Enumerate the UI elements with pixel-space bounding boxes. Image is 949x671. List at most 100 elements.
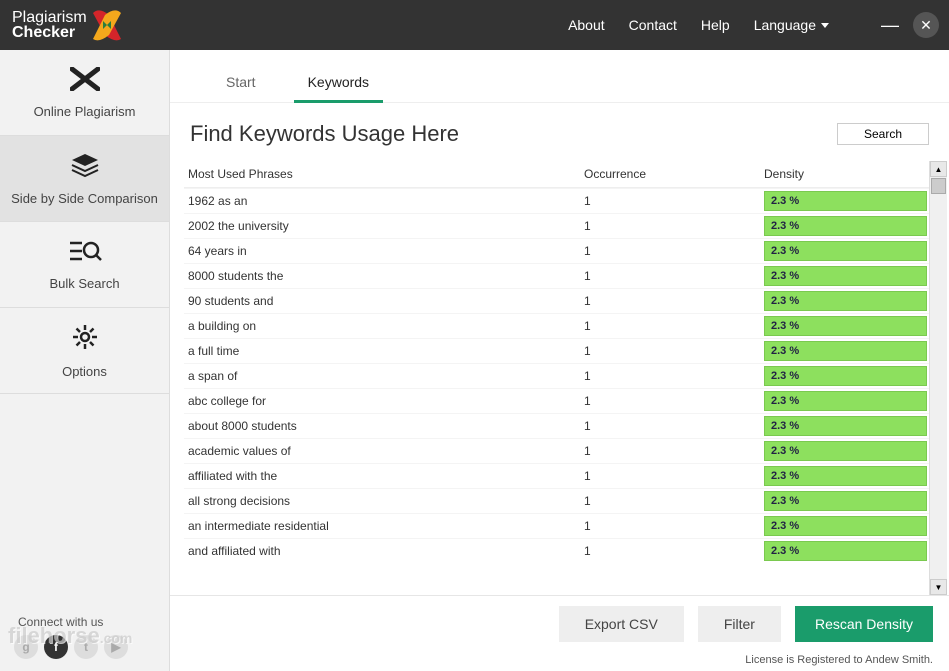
table-row[interactable]: an intermediate residential12.3 % [184,513,929,538]
title-bar: Plagiarism Checker About Contact Help La… [0,0,949,50]
cell-phrase: 1962 as an [184,194,584,208]
sidebar-item-side-by-side[interactable]: Side by Side Comparison [0,136,169,222]
cell-occurrence: 1 [584,269,764,283]
table-row[interactable]: a span of12.3 % [184,363,929,388]
header-density[interactable]: Density [764,167,929,181]
menu-language[interactable]: Language [754,17,829,33]
table-body: 1962 as an12.3 %2002 the university12.3 … [184,188,929,563]
tab-bar: Start Keywords [170,50,949,103]
tab-keywords[interactable]: Keywords [282,64,395,102]
sidebar-item-label: Bulk Search [49,276,119,291]
header-occurrence[interactable]: Occurrence [584,167,764,181]
cell-phrase: 8000 students the [184,269,584,283]
table-row[interactable]: a full time12.3 % [184,338,929,363]
header-phrase[interactable]: Most Used Phrases [184,167,584,181]
sidebar-item-options[interactable]: Options [0,308,169,394]
chevron-down-icon [821,23,829,28]
connect-area: Connect with us g f t ▶ [0,603,169,671]
sidebar-item-bulk-search[interactable]: Bulk Search [0,222,169,308]
table-row[interactable]: affiliated with the12.3 % [184,463,929,488]
table-row[interactable]: 2002 the university12.3 % [184,213,929,238]
main-panel: Start Keywords Find Keywords Usage Here … [170,50,949,671]
table-row[interactable]: 64 years in12.3 % [184,238,929,263]
logo-x-icon [87,5,127,45]
top-menu: About Contact Help Language — ✕ [568,12,939,38]
scroll-thumb[interactable] [931,178,946,194]
cell-phrase: and affiliated with [184,544,584,558]
keywords-table: Most Used Phrases Occurrence Density 196… [170,161,949,595]
search-button[interactable]: Search [837,123,929,145]
cell-phrase: all strong decisions [184,494,584,508]
table-row[interactable]: abc college for12.3 % [184,388,929,413]
cell-phrase: 2002 the university [184,219,584,233]
table-row[interactable]: 1962 as an12.3 % [184,188,929,213]
cell-density: 2.3 % [764,441,927,461]
cell-occurrence: 1 [584,469,764,483]
menu-contact[interactable]: Contact [629,17,677,33]
page-heading: Find Keywords Usage Here [190,121,459,147]
cell-density: 2.3 % [764,291,927,311]
footer-bar: Export CSV Filter Rescan Density [170,595,949,651]
cell-density: 2.3 % [764,491,927,511]
logo-text: Plagiarism Checker [12,10,87,40]
table-header: Most Used Phrases Occurrence Density [184,161,929,188]
cell-phrase: about 8000 students [184,419,584,433]
x-icon [70,67,100,98]
table-row[interactable]: and affiliated with12.3 % [184,538,929,563]
cell-density: 2.3 % [764,516,927,536]
close-button[interactable]: ✕ [913,12,939,38]
google-plus-icon[interactable]: g [14,635,38,659]
cell-density: 2.3 % [764,366,927,386]
facebook-icon[interactable]: f [44,635,68,659]
rescan-density-button[interactable]: Rescan Density [795,606,933,642]
sidebar-item-online-plagiarism[interactable]: Online Plagiarism [0,50,169,136]
menu-help[interactable]: Help [701,17,730,33]
cell-occurrence: 1 [584,519,764,533]
app-logo: Plagiarism Checker [10,5,127,45]
cell-phrase: 64 years in [184,244,584,258]
layers-icon [70,152,100,185]
table-row[interactable]: 90 students and12.3 % [184,288,929,313]
table-row[interactable]: 8000 students the12.3 % [184,263,929,288]
cell-phrase: affiliated with the [184,469,584,483]
youtube-icon[interactable]: ▶ [104,635,128,659]
table-row[interactable]: academic values of12.3 % [184,438,929,463]
table-row[interactable]: about 8000 students12.3 % [184,413,929,438]
tab-start[interactable]: Start [200,64,282,102]
cell-occurrence: 1 [584,394,764,408]
sidebar-item-label: Online Plagiarism [34,104,136,119]
filter-button[interactable]: Filter [698,606,781,642]
window-controls: — ✕ [877,12,939,38]
minimize-button[interactable]: — [877,12,903,38]
cell-phrase: a building on [184,319,584,333]
sidebar-item-label: Side by Side Comparison [11,191,158,206]
cell-density: 2.3 % [764,241,927,261]
scroll-up-arrow[interactable]: ▲ [930,161,947,177]
cell-occurrence: 1 [584,319,764,333]
cell-density: 2.3 % [764,466,927,486]
menu-language-label: Language [754,17,816,33]
gear-icon [71,323,99,358]
vertical-scrollbar[interactable]: ▲ ▼ [929,161,947,595]
cell-density: 2.3 % [764,541,927,561]
table-row[interactable]: a building on12.3 % [184,313,929,338]
cell-phrase: a full time [184,344,584,358]
twitter-icon[interactable]: t [74,635,98,659]
cell-phrase: an intermediate residential [184,519,584,533]
cell-density: 2.3 % [764,416,927,436]
scroll-down-arrow[interactable]: ▼ [930,579,947,595]
table-row[interactable]: all strong decisions12.3 % [184,488,929,513]
logo-line2: Checker [12,24,75,41]
search-list-icon [68,239,102,270]
cell-density: 2.3 % [764,266,927,286]
sidebar-item-label: Options [62,364,107,379]
cell-occurrence: 1 [584,444,764,458]
export-csv-button[interactable]: Export CSV [559,606,684,642]
cell-occurrence: 1 [584,494,764,508]
social-row: g f t ▶ [14,635,159,659]
cell-occurrence: 1 [584,369,764,383]
cell-occurrence: 1 [584,344,764,358]
table-inner: Most Used Phrases Occurrence Density 196… [184,161,929,595]
cell-phrase: abc college for [184,394,584,408]
menu-about[interactable]: About [568,17,605,33]
